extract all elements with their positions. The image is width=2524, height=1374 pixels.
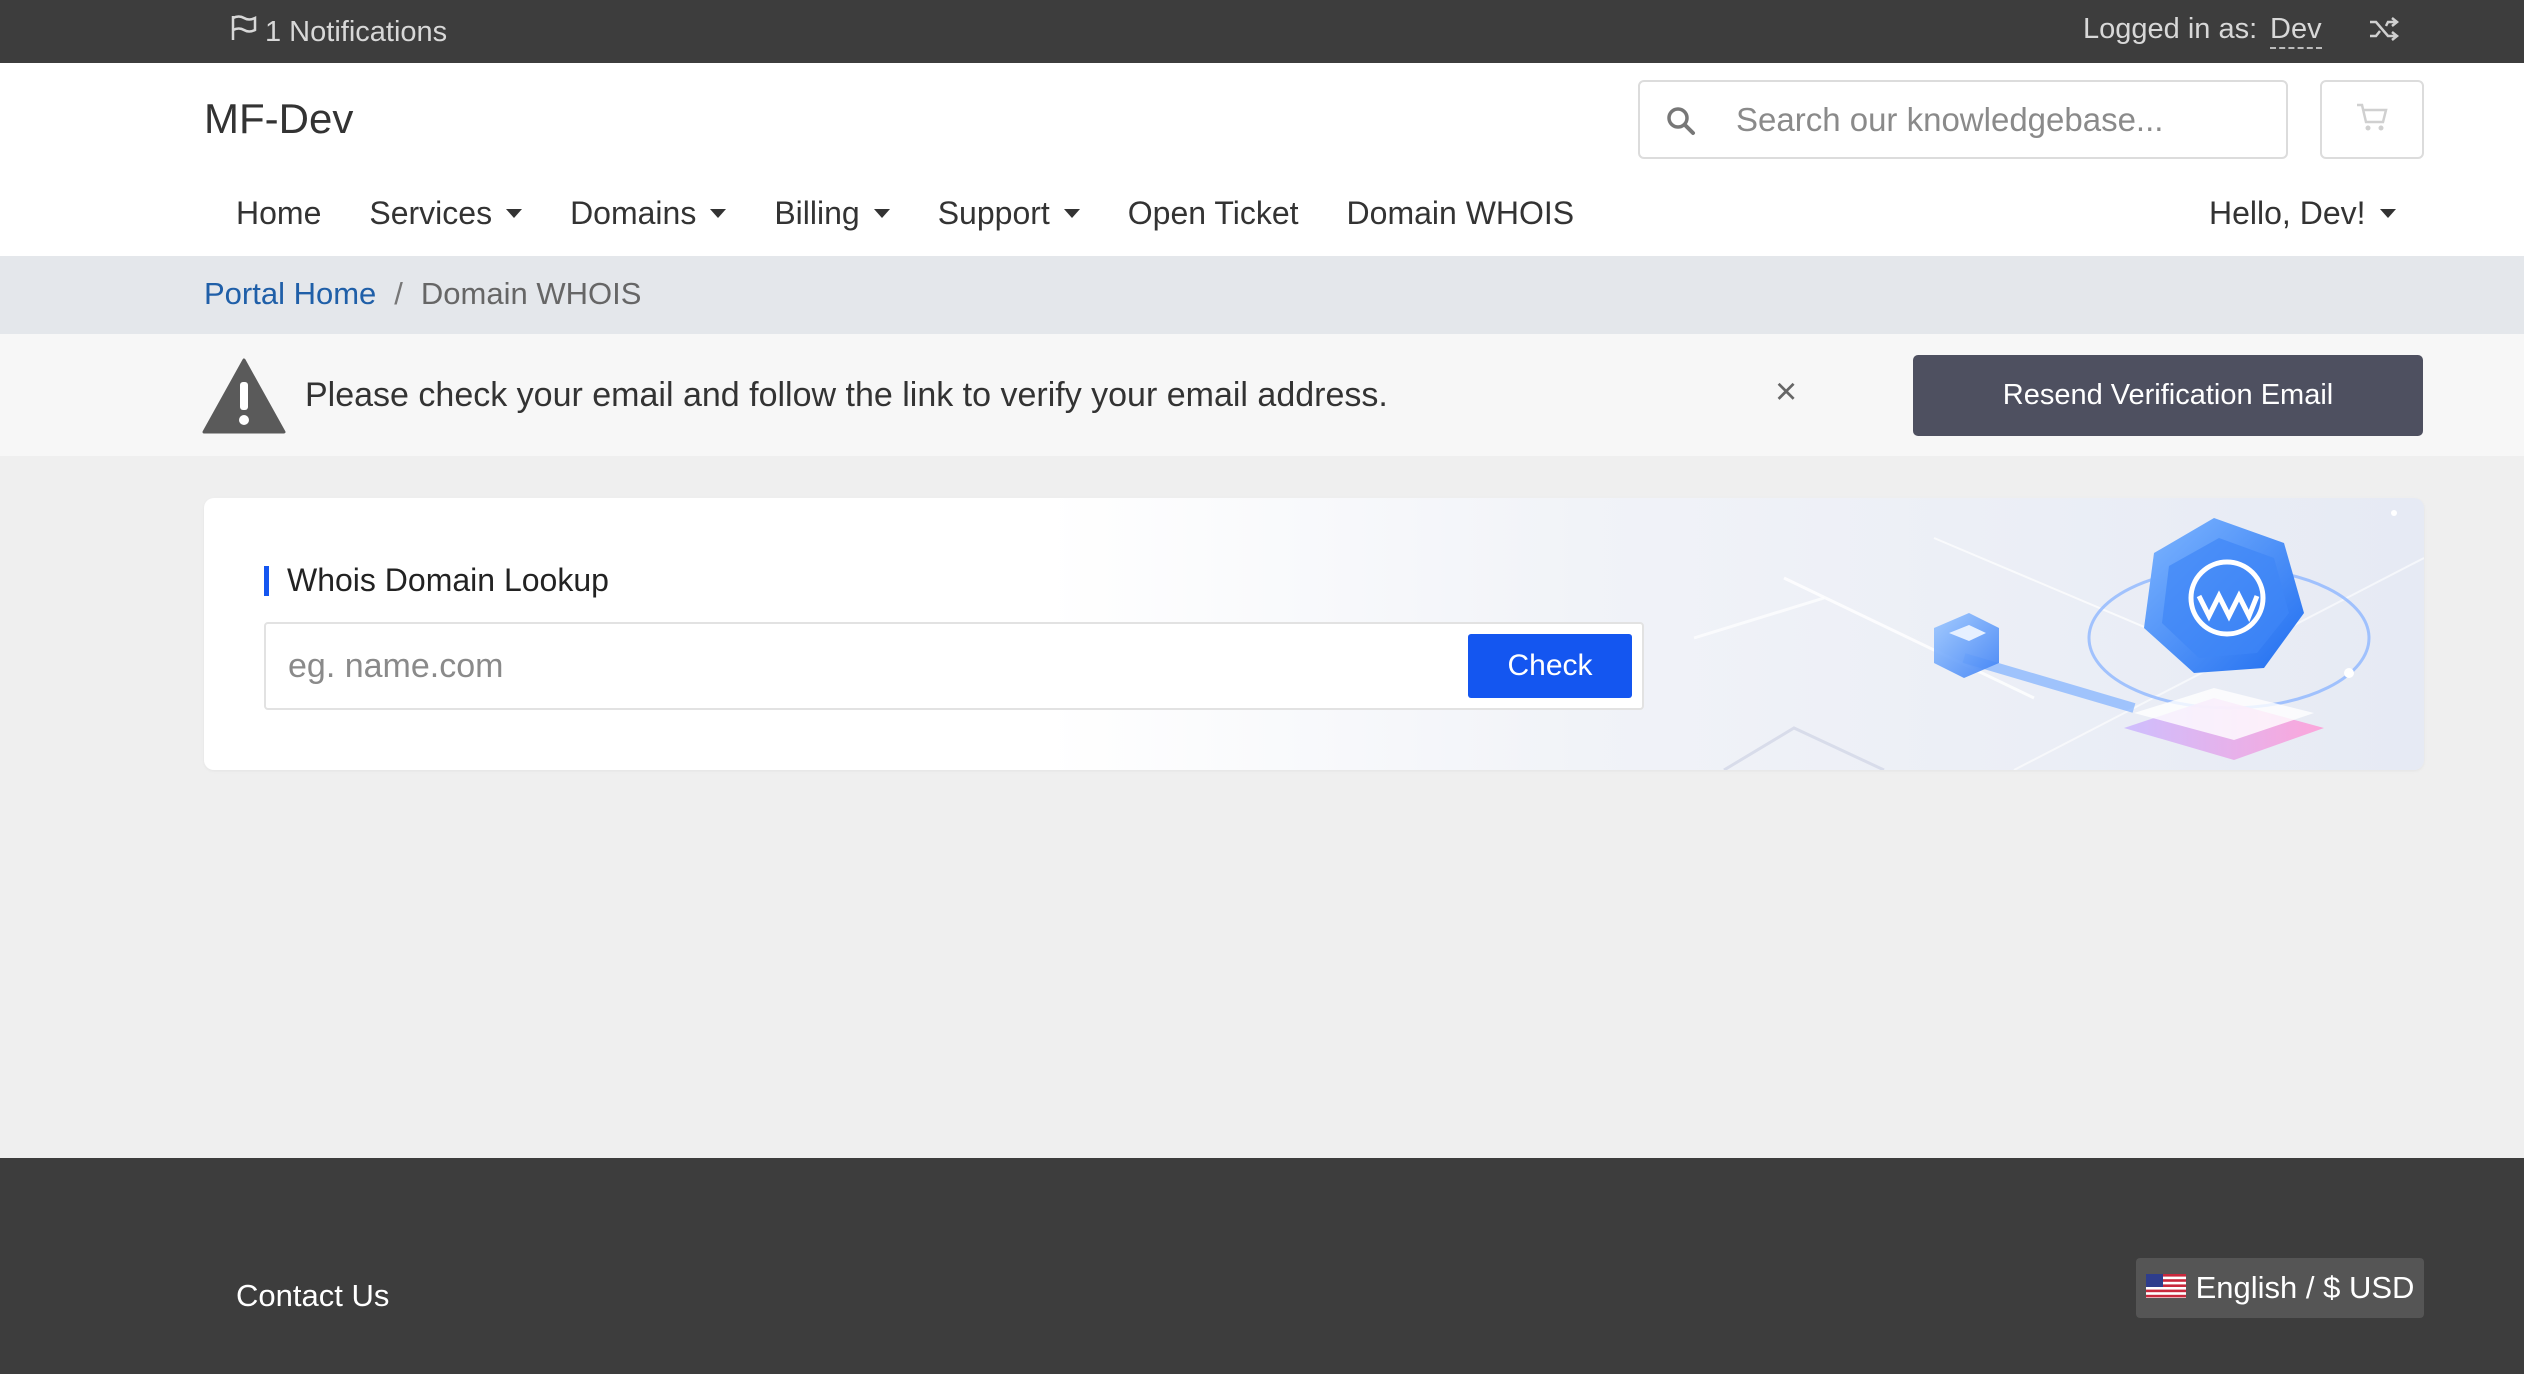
caret-down-icon [506,208,523,218]
whois-title: Whois Domain Lookup [264,562,609,599]
account-label: Hello, Dev! [2209,194,2366,231]
caret-down-icon [1063,208,1080,218]
nav-item-domain-whois[interactable]: Domain WHOIS [1323,193,1599,233]
breadcrumb: Portal Home / Domain WHOIS [0,256,2524,334]
resend-verification-button[interactable]: Resend Verification Email [1913,355,2423,436]
nav-label: Services [369,194,493,231]
nav-item-open-ticket[interactable]: Open Ticket [1104,193,1323,233]
notifications-link[interactable]: 1 Notifications [229,13,447,51]
nav-label: Domain WHOIS [1346,194,1575,231]
nav-item-support[interactable]: Support [914,193,1104,233]
caret-down-icon [2379,208,2396,218]
nav-label: Open Ticket [1127,194,1299,231]
email-verification-alert: Please check your email and follow the l… [0,334,2524,456]
brand-logo[interactable]: MF-Dev [204,95,353,143]
breadcrumb-portal-home[interactable]: Portal Home [204,276,376,312]
whois-title-text: Whois Domain Lookup [287,562,609,598]
domain-input[interactable] [288,624,1438,708]
warning-icon [202,358,286,439]
nav-label: Domains [570,194,697,231]
logged-in-user-link[interactable]: Dev [2270,13,2322,49]
caret-down-icon [873,208,890,218]
nav-label: Billing [774,194,860,231]
site-header: MF-Dev Home Services Domains Billing Sup… [0,63,2524,256]
language-currency-selector[interactable]: English / $ USD [2136,1258,2424,1318]
nav-item-billing[interactable]: Billing [750,193,913,233]
nav-item-domains[interactable]: Domains [546,193,750,233]
breadcrumb-current: Domain WHOIS [420,276,642,311]
language-label: English / $ USD [2195,1270,2415,1305]
title-accent-bar [264,565,269,596]
nav-label: Home [236,194,322,231]
verification-message: Please check your email and follow the l… [305,376,1388,414]
whois-lookup-card: Whois Domain Lookup Check [204,498,2424,770]
main-nav: Home Services Domains Billing Support Op… [212,193,1598,233]
top-bar: 1 Notifications Logged in as: Dev [0,0,2524,63]
close-icon[interactable]: × [1775,371,1797,414]
notifications-label: 1 Notifications [265,15,448,48]
nav-item-services[interactable]: Services [345,193,546,233]
contact-us-link[interactable]: Contact Us [236,1278,389,1314]
account-menu[interactable]: Hello, Dev! [2209,193,2396,233]
breadcrumb-separator: / [394,276,403,311]
nav-label: Support [937,194,1050,231]
nav-item-home[interactable]: Home [212,193,345,233]
shuffle-icon[interactable] [2368,14,2400,52]
cart-icon [2355,102,2389,137]
caret-down-icon [710,208,727,218]
logged-in-label: Logged in as: [2083,13,2258,45]
site-footer: Contact Us English / $ USD [0,1158,2524,1374]
cart-button[interactable] [2320,80,2424,159]
us-flag-icon [2145,1270,2186,1306]
search-icon[interactable] [1664,104,1698,143]
flag-icon [229,13,259,51]
knowledgebase-search [1638,80,2288,159]
search-input[interactable] [1736,82,2276,157]
domain-illustration [1494,498,2424,770]
domain-lookup-form: Check [264,622,1644,710]
